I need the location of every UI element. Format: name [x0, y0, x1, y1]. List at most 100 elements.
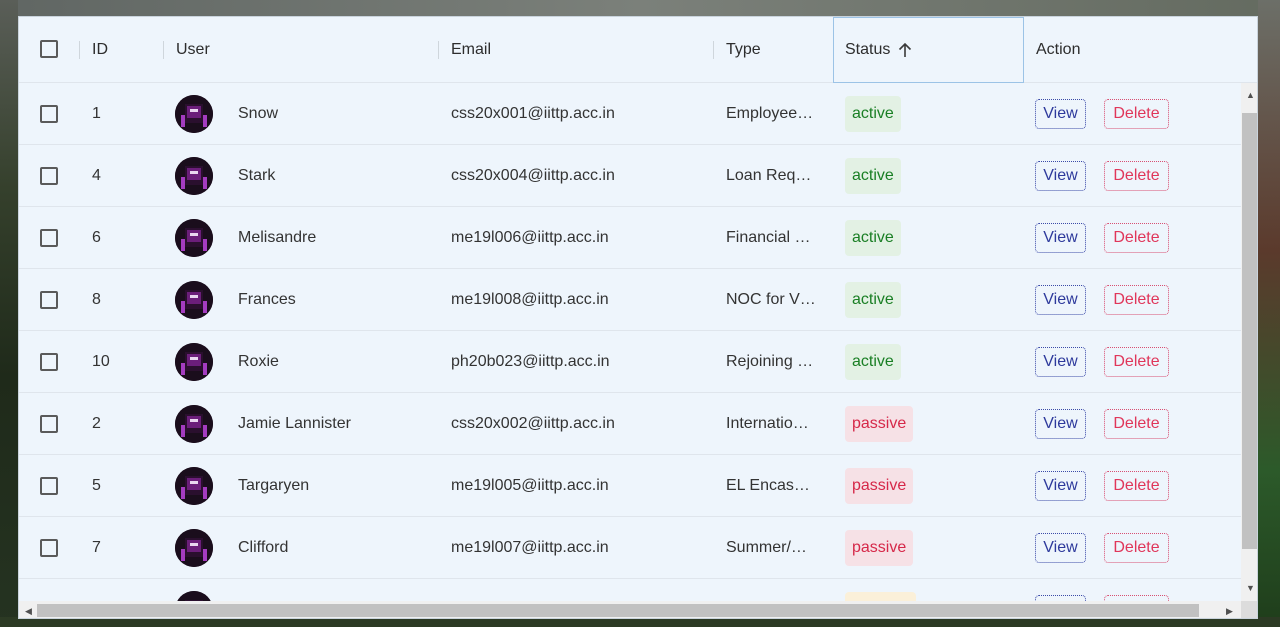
- delete-button[interactable]: Delete: [1104, 285, 1169, 315]
- cell-type: Rejoining …: [726, 353, 814, 370]
- column-header-type[interactable]: Type: [726, 17, 761, 83]
- cell-id: 4: [92, 167, 101, 184]
- column-header-type-label: Type: [726, 41, 761, 58]
- cell-email: me19l007@iittp.acc.in: [451, 539, 609, 556]
- column-header-email[interactable]: Email: [451, 17, 491, 83]
- view-button[interactable]: View: [1035, 285, 1086, 315]
- cell-id: 8: [92, 291, 101, 308]
- view-button[interactable]: View: [1035, 223, 1086, 253]
- delete-button[interactable]: Delete: [1104, 347, 1169, 377]
- cell-type: Loan Req…: [726, 167, 812, 184]
- cell-type: EL Encas…: [726, 477, 810, 494]
- arrow-up-icon[interactable]: [898, 42, 912, 58]
- column-header-action[interactable]: Action: [1036, 17, 1080, 83]
- column-header-id[interactable]: ID: [92, 17, 108, 83]
- select-all-checkbox[interactable]: [40, 40, 58, 58]
- column-header-email-label: Email: [451, 41, 492, 58]
- table-row[interactable]: 6 Melisandre me19l006@iittp.acc.in Financia…: [19, 207, 1241, 269]
- table-row[interactable]: 4 Stark css20x004@iittp.acc.in Loan Req… act…: [19, 145, 1241, 207]
- status-badge: active: [845, 282, 901, 318]
- cell-user-name: Snow: [238, 105, 279, 122]
- column-header-status[interactable]: Status: [845, 17, 912, 83]
- row-checkbox[interactable]: [40, 539, 58, 557]
- cell-email: ph20b023@iittp.acc.in: [451, 353, 610, 370]
- view-button[interactable]: View: [1035, 471, 1086, 501]
- cell-user-name: Jamie Lannister: [238, 415, 351, 432]
- status-badge: active: [845, 344, 901, 380]
- avatar: [175, 281, 213, 319]
- cell-id: 6: [92, 229, 101, 246]
- horizontal-scrollbar-thumb[interactable]: [37, 604, 1199, 617]
- table-row[interactable]: 8 Frances me19l008@iittp.acc.in NOC for V… a…: [19, 269, 1241, 331]
- cell-email: me19l008@iittp.acc.in: [451, 291, 609, 308]
- cell-type: Summer/…: [726, 539, 807, 556]
- cell-type: Employee…: [726, 105, 814, 122]
- table-row[interactable]: 2 Jamie Lannister css20x002@iittp.acc.in In…: [19, 393, 1241, 455]
- view-button[interactable]: View: [1035, 99, 1086, 129]
- cell-type: Financial …: [726, 229, 811, 246]
- status-badge: passive: [845, 468, 914, 504]
- table-row[interactable]: 1 Snow css20x001@iittp.acc.in Employee… acti…: [19, 83, 1241, 145]
- column-separator: [163, 41, 164, 59]
- avatar: [175, 219, 213, 257]
- cell-id: 1: [92, 105, 101, 122]
- view-button[interactable]: View: [1035, 347, 1086, 377]
- cell-id: 2: [92, 415, 101, 432]
- background-left: [0, 0, 18, 627]
- status-badge: passive: [845, 530, 914, 566]
- row-checkbox[interactable]: [40, 229, 58, 247]
- cell-user-name: Clifford: [238, 539, 289, 556]
- vertical-scrollbar-thumb[interactable]: [1242, 113, 1257, 549]
- scroll-left-arrow-icon[interactable]: ◀: [25, 606, 32, 616]
- avatar: [175, 157, 213, 195]
- row-checkbox[interactable]: [40, 105, 58, 123]
- view-button[interactable]: View: [1035, 161, 1086, 191]
- column-separator: [79, 41, 80, 59]
- scroll-right-arrow-icon[interactable]: ▶: [1226, 606, 1233, 616]
- table-row[interactable]: 10 Roxie ph20b023@iittp.acc.in Rejoining … a…: [19, 331, 1241, 393]
- delete-button[interactable]: Delete: [1104, 99, 1169, 129]
- cell-email: css20x001@iittp.acc.in: [451, 105, 615, 122]
- row-checkbox[interactable]: [40, 167, 58, 185]
- avatar: [175, 467, 213, 505]
- column-header-action-label: Action: [1036, 41, 1081, 58]
- cell-email: me19l005@iittp.acc.in: [451, 477, 609, 494]
- background-top: [0, 0, 1280, 16]
- avatar: [175, 405, 213, 443]
- status-badge: passive: [845, 406, 914, 442]
- cell-email: css20x002@iittp.acc.in: [451, 415, 615, 432]
- column-header-status-label: Status: [845, 41, 891, 58]
- delete-button[interactable]: Delete: [1104, 223, 1169, 253]
- status-badge: active: [845, 96, 901, 132]
- column-separator: [438, 41, 439, 59]
- cell-user-name: Melisandre: [238, 229, 317, 246]
- status-badge: active: [845, 220, 901, 256]
- delete-button[interactable]: Delete: [1104, 471, 1169, 501]
- cell-id: 7: [92, 539, 101, 556]
- cell-type: Internatio…: [726, 415, 809, 432]
- avatar: [175, 343, 213, 381]
- table-row[interactable]: 5 Targaryen me19l005@iittp.acc.in EL Encas……: [19, 455, 1241, 517]
- cell-user-name: Roxie: [238, 353, 279, 370]
- scroll-down-arrow-icon[interactable]: ▼: [1246, 583, 1255, 593]
- scrollbar-corner: [1241, 601, 1257, 618]
- delete-button[interactable]: Delete: [1104, 533, 1169, 563]
- delete-button[interactable]: Delete: [1104, 161, 1169, 191]
- cell-user-name: Stark: [238, 167, 276, 184]
- row-checkbox[interactable]: [40, 291, 58, 309]
- delete-button[interactable]: Delete: [1104, 409, 1169, 439]
- cell-email: me19l006@iittp.acc.in: [451, 229, 609, 246]
- avatar: [175, 529, 213, 567]
- column-header-user[interactable]: User: [176, 17, 210, 83]
- view-button[interactable]: View: [1035, 533, 1086, 563]
- scroll-up-arrow-icon[interactable]: ▲: [1246, 90, 1255, 100]
- cell-user-name: Targaryen: [238, 477, 310, 494]
- row-checkbox[interactable]: [40, 477, 58, 495]
- table-row[interactable]: 7 Clifford me19l007@iittp.acc.in Summer/… pa…: [19, 517, 1241, 579]
- view-button[interactable]: View: [1035, 409, 1086, 439]
- cell-user-name: Frances: [238, 291, 296, 308]
- row-checkbox[interactable]: [40, 353, 58, 371]
- row-checkbox[interactable]: [40, 415, 58, 433]
- cell-email: css20x004@iittp.acc.in: [451, 167, 615, 184]
- avatar: [175, 95, 213, 133]
